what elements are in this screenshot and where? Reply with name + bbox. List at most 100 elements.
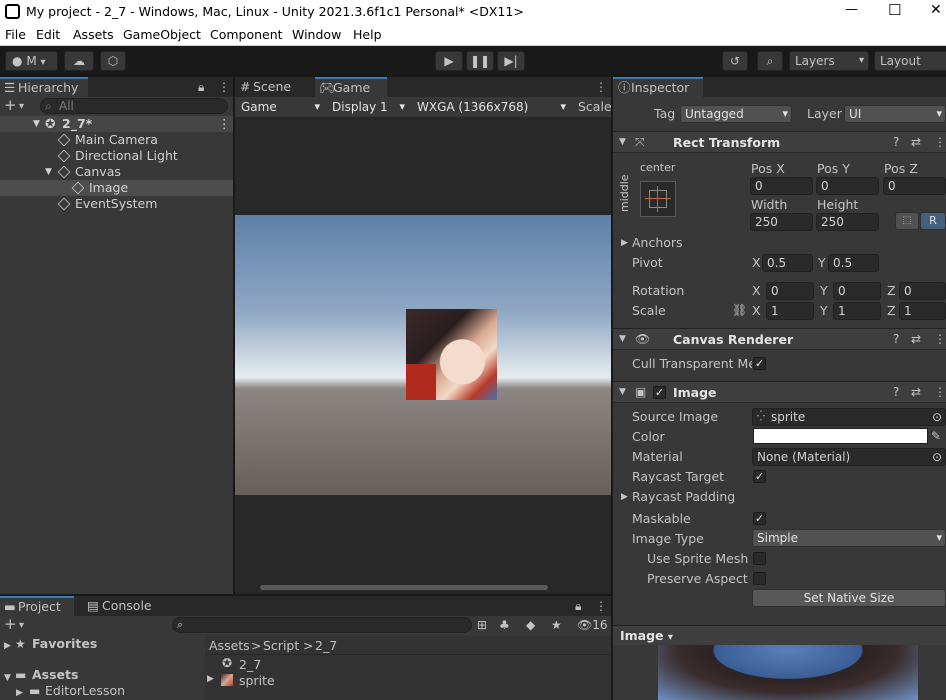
image-enabled-checkbox[interactable]: ✓	[653, 386, 666, 399]
scene-row[interactable]: ▼ ✪ 2_7* ⋮	[0, 116, 233, 132]
cull-transparent-checkbox[interactable]: ✓	[753, 357, 766, 370]
source-image-field[interactable]: ⁛ sprite ⊙	[752, 408, 946, 426]
search-by-type-icon[interactable]: ⊞	[477, 618, 487, 632]
help-icon[interactable]: ?	[893, 135, 899, 149]
image-component-header[interactable]: ▼ ▣ ✓ Image ? ⇄ ⋮	[613, 381, 946, 403]
constrain-proportions-icon[interactable]: ⛓︎	[732, 303, 747, 317]
anchor-preset-button[interactable]	[640, 181, 676, 217]
breadcrumb-script[interactable]: Script	[263, 638, 299, 653]
menu-file[interactable]: File	[5, 27, 26, 42]
width-field[interactable]: 250	[750, 213, 813, 231]
menu-window[interactable]: Window	[292, 27, 341, 42]
blueprint-button[interactable]: ⬚	[895, 212, 919, 230]
tab-console[interactable]: ▤ Console	[84, 596, 164, 616]
hierarchy-item-eventsystem[interactable]: EventSystem	[0, 196, 233, 212]
menu-assets[interactable]: Assets	[73, 27, 114, 42]
menu-edit[interactable]: Edit	[36, 27, 60, 42]
tab-game[interactable]: 🎮︎ Game	[315, 77, 387, 97]
pivot-y-field[interactable]: 0.5	[828, 254, 879, 272]
foldout-arrow-icon[interactable]: ▶	[4, 639, 11, 653]
help-icon[interactable]: ?	[893, 385, 899, 399]
set-native-size-button[interactable]: Set Native Size	[752, 589, 946, 607]
raycast-target-checkbox[interactable]: ✓	[753, 470, 766, 483]
rotation-x-field[interactable]: 0	[766, 282, 814, 300]
label-icon[interactable]: ◆	[526, 618, 535, 632]
image-type-dropdown[interactable]: Simple	[752, 529, 946, 547]
more-menu-icon[interactable]: ⋮	[218, 80, 230, 94]
foldout-arrow-icon[interactable]: ▶	[621, 236, 628, 250]
more-menu-icon[interactable]: ⋮	[934, 332, 946, 346]
more-menu-icon[interactable]: ⋮	[934, 135, 946, 149]
preset-icon[interactable]: ⇄	[911, 332, 921, 346]
scale-z-field[interactable]: 1	[899, 302, 946, 320]
rect-transform-header[interactable]: ▼ ⤧ Rect Transform ? ⇄ ⋮	[613, 131, 946, 153]
foldout-arrow-icon[interactable]: ▼	[619, 332, 626, 346]
hierarchy-item-image[interactable]: Image	[0, 180, 233, 196]
layer-dropdown[interactable]: UI	[844, 105, 946, 123]
more-menu-icon[interactable]: ⋮	[218, 116, 231, 132]
foldout-arrow-icon[interactable]: ▶	[621, 490, 628, 504]
hierarchy-item-canvas[interactable]: ▼ Canvas	[0, 164, 233, 180]
add-button[interactable]: +	[4, 617, 17, 632]
menu-gameobject[interactable]: GameObject	[123, 27, 201, 42]
foldout-arrow-icon[interactable]: ▶	[16, 686, 23, 700]
close-button[interactable]: ✕	[930, 2, 942, 18]
favorite-star-icon[interactable]: ★	[551, 618, 562, 632]
foldout-arrow-icon[interactable]: ▼	[4, 671, 11, 685]
scale-x-field[interactable]: 1	[766, 302, 814, 320]
search-button[interactable]: ⌕	[757, 51, 783, 71]
tab-project[interactable]: ▬ Project	[0, 596, 74, 616]
canvas-renderer-header[interactable]: ▼ 👁︎ Canvas Renderer ? ⇄ ⋮	[613, 328, 946, 350]
project-search-input[interactable]: ⌕	[172, 617, 472, 633]
tab-hierarchy[interactable]: ☰ Hierarchy	[0, 77, 88, 97]
foldout-arrow-icon[interactable]: ▼	[619, 135, 626, 149]
maximize-button[interactable]: ☐	[888, 1, 901, 19]
hierarchy-search-input[interactable]: ⌕ All	[40, 98, 228, 114]
layout-dropdown[interactable]: Layout	[874, 51, 946, 71]
rotation-y-field[interactable]: 0	[833, 282, 881, 300]
raw-edit-button[interactable]: R	[920, 212, 946, 230]
pos-x-field[interactable]: 0	[750, 177, 813, 195]
chevron-down-icon[interactable]: ▾	[19, 100, 24, 114]
hidden-packages-icon[interactable]: 👁︎16	[577, 618, 608, 632]
menu-component[interactable]: Component	[210, 27, 283, 42]
minimize-button[interactable]: —	[845, 2, 858, 17]
expand-arrow-icon[interactable]: ▼	[45, 164, 52, 180]
more-menu-icon[interactable]: ⋮	[595, 599, 607, 613]
raycast-padding-label[interactable]: Raycast Padding	[632, 489, 735, 504]
pos-z-field[interactable]: 0	[883, 177, 946, 195]
collab-button[interactable]: ⬡	[100, 51, 126, 71]
lock-icon[interactable]: 🔒︎	[575, 599, 581, 613]
scale-y-field[interactable]: 1	[833, 302, 881, 320]
foldout-arrow-icon[interactable]: ▶	[207, 674, 214, 684]
play-button[interactable]: ▶	[435, 51, 463, 71]
more-menu-icon[interactable]: ⋮	[934, 385, 946, 399]
assets-folder-label[interactable]: Assets	[32, 667, 78, 682]
tag-dropdown[interactable]: Untagged	[680, 105, 792, 123]
history-button[interactable]: ↺	[722, 51, 748, 71]
layers-dropdown[interactable]: Layers ▾	[789, 51, 869, 71]
favorites-label[interactable]: Favorites	[32, 636, 97, 651]
eyedropper-icon[interactable]: ✎	[931, 429, 941, 443]
expand-arrow-icon[interactable]: ▼	[33, 116, 40, 132]
chevron-down-icon[interactable]: ▾	[19, 619, 24, 633]
height-field[interactable]: 250	[816, 213, 879, 231]
cloud-button[interactable]: ☁	[64, 51, 94, 71]
step-button[interactable]: ▶|	[497, 51, 525, 71]
preview-dropdown[interactable]: Image ▾	[620, 628, 673, 643]
help-icon[interactable]: ?	[893, 332, 899, 346]
pause-button[interactable]: ❚❚	[466, 51, 494, 71]
account-dropdown[interactable]: ● M ▾	[5, 51, 58, 71]
tab-scene[interactable]: # Scene	[235, 77, 313, 97]
display-dropdown[interactable]: Display 1	[327, 98, 409, 116]
object-picker-icon[interactable]: ⊙	[932, 449, 942, 465]
pos-y-field[interactable]: 0	[816, 177, 879, 195]
resolution-dropdown[interactable]: WXGA (1366x768)	[412, 98, 570, 116]
breadcrumb-assets[interactable]: Assets	[209, 638, 250, 653]
hierarchy-item-directional-light[interactable]: Directional Light	[0, 148, 233, 164]
horizontal-scrollbar[interactable]	[260, 585, 548, 590]
menu-help[interactable]: Help	[353, 27, 382, 42]
preset-icon[interactable]: ⇄	[911, 135, 921, 149]
view-mode-dropdown[interactable]: Game	[236, 98, 324, 116]
tab-inspector[interactable]: ⓘ Inspector	[613, 77, 703, 97]
